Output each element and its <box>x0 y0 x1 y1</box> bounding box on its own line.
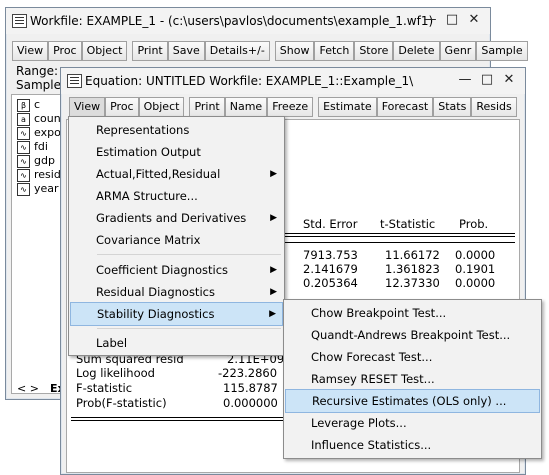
wf-store-button[interactable]: Store <box>354 41 394 61</box>
menu-item-stability-diagnostics[interactable]: Stability Diagnostics ▶ <box>70 302 283 326</box>
wf-save-button[interactable]: Save <box>167 41 205 61</box>
eq-print-button[interactable]: Print <box>189 97 225 117</box>
wf-print-button[interactable]: Print <box>132 41 168 61</box>
table-cell: 2.141679 <box>303 262 358 276</box>
wf-proc-button[interactable]: Proc <box>48 41 82 61</box>
eq-view-button[interactable]: View <box>69 97 106 117</box>
eq-forecast-button[interactable]: Forecast <box>376 97 434 117</box>
workfile-window-icon <box>12 14 27 28</box>
menu-item-estimation-output[interactable]: Estimation Output <box>70 141 283 163</box>
list-item[interactable]: βc <box>17 98 40 112</box>
wf-show-button[interactable]: Show <box>274 41 315 61</box>
table-cell: 11.66172 <box>385 248 440 262</box>
wf-fetch-button[interactable]: Fetch <box>314 41 355 61</box>
chevron-right-icon: ▶ <box>270 265 277 275</box>
stability-submenu: Chow Breakpoint Test... Quandt-Andrews B… <box>283 299 542 459</box>
wf-view-button[interactable]: View <box>12 41 49 61</box>
table-cell: 0.0000 <box>455 276 496 290</box>
minimize-icon[interactable]: — <box>422 12 438 28</box>
eq-estimate-button[interactable]: Estimate <box>318 97 377 117</box>
menu-item-ramsey-reset[interactable]: Ramsey RESET Test... <box>285 368 540 390</box>
menu-item-covariance-matrix[interactable]: Covariance Matrix <box>70 229 283 251</box>
eq-name-button[interactable]: Name <box>224 97 268 117</box>
chevron-right-icon: ▶ <box>269 309 276 319</box>
table-cell: 0.1901 <box>455 262 496 276</box>
menu-item-recursive-estimates[interactable]: Recursive Estimates (OLS only) ... <box>285 389 540 413</box>
wf-genr-button[interactable]: Genr <box>439 41 477 61</box>
eq-freeze-button[interactable]: Freeze <box>267 97 314 117</box>
maximize-icon[interactable]: □ <box>479 72 495 88</box>
alpha-series-icon: a <box>17 112 30 126</box>
wf-details-button[interactable]: Details+/- <box>204 41 270 61</box>
menu-item-gradients-derivatives[interactable]: Gradients and Derivatives ▶ <box>70 207 283 229</box>
header-std-error: Std. Error <box>303 217 358 231</box>
close-icon[interactable]: ✕ <box>466 12 482 28</box>
wf-sample-button[interactable]: Sample <box>476 41 528 61</box>
menu-separator <box>97 328 281 329</box>
series-icon: ∿ <box>17 182 30 196</box>
workfile-titlebar[interactable]: Workfile: EXAMPLE_1 - (c:\users\pavlos\d… <box>6 8 490 34</box>
menu-item-actual-fitted-residual[interactable]: Actual,Fitted,Residual ▶ <box>70 163 283 185</box>
stat-label: Log likelihood <box>76 366 155 380</box>
stat-value: 115.8787 <box>223 381 278 395</box>
series-icon: ∿ <box>17 154 30 168</box>
table-cell: 12.37330 <box>385 276 440 290</box>
table-cell: 0.0000 <box>455 248 496 262</box>
menu-item-arma-structure[interactable]: ARMA Structure... <box>70 185 283 207</box>
menu-item-representations[interactable]: Representations <box>70 119 283 141</box>
equation-title: Equation: UNTITLED Workfile: EXAMPLE_1::… <box>85 74 414 88</box>
menu-item-coefficient-diagnostics[interactable]: Coefficient Diagnostics ▶ <box>70 259 283 281</box>
list-item[interactable]: ∿ gdp <box>17 154 55 168</box>
maximize-icon[interactable]: □ <box>444 12 460 28</box>
stat-value: -223.2860 <box>218 366 278 380</box>
chevron-right-icon: ▶ <box>270 287 277 297</box>
table-cell: 0.205364 <box>303 276 358 290</box>
wf-object-button[interactable]: Object <box>81 41 128 61</box>
stat-label: Prob(F-statistic) <box>76 396 167 410</box>
menu-item-quandt-andrews[interactable]: Quandt-Andrews Breakpoint Test... <box>285 324 540 346</box>
series-icon: ∿ <box>17 168 30 182</box>
view-menu: Representations Estimation Output Actual… <box>68 116 285 356</box>
menu-item-label[interactable]: Label <box>70 332 283 354</box>
list-item[interactable]: ∿ resid <box>17 168 61 182</box>
equation-titlebar[interactable]: Equation: UNTITLED Workfile: EXAMPLE_1::… <box>61 68 525 94</box>
close-icon[interactable]: ✕ <box>501 72 517 88</box>
stat-label: F-statistic <box>76 381 133 395</box>
table-cell: 7913.753 <box>303 248 358 262</box>
equation-toolbar: View Proc Object Print Name Freeze Estim… <box>69 97 517 117</box>
menu-separator <box>97 254 281 255</box>
menu-item-residual-diagnostics[interactable]: Residual Diagnostics ▶ <box>70 281 283 303</box>
workfile-title: Workfile: EXAMPLE_1 - (c:\users\pavlos\d… <box>30 14 434 28</box>
menu-item-chow-forecast[interactable]: Chow Forecast Test... <box>285 346 540 368</box>
tab-scroll-arrows[interactable]: < > <box>17 382 39 395</box>
list-item[interactable]: a coun <box>17 112 61 126</box>
eq-proc-button[interactable]: Proc <box>105 97 139 117</box>
list-item[interactable]: ∿ expo <box>17 126 61 140</box>
menu-item-chow-breakpoint[interactable]: Chow Breakpoint Test... <box>285 302 540 324</box>
eq-object-button[interactable]: Object <box>138 97 185 117</box>
table-cell: 1.361823 <box>385 262 440 276</box>
stat-value: 0.000000 <box>223 396 278 410</box>
eq-resids-button[interactable]: Resids <box>471 97 517 117</box>
menu-item-influence-statistics[interactable]: Influence Statistics... <box>285 434 540 456</box>
menu-item-leverage-plots[interactable]: Leverage Plots... <box>285 412 540 434</box>
series-icon: ∿ <box>17 140 30 154</box>
sample-label: Sample <box>16 78 61 92</box>
eq-stats-button[interactable]: Stats <box>433 97 472 117</box>
chevron-right-icon: ▶ <box>270 169 277 179</box>
list-item[interactable]: ∿ fdi <box>17 140 48 154</box>
wf-delete-button[interactable]: Delete <box>393 41 440 61</box>
equation-window-icon <box>67 74 82 88</box>
header-prob: Prob. <box>459 217 489 231</box>
coef-icon: β <box>17 98 30 112</box>
list-item[interactable]: ∿ year <box>17 182 59 196</box>
header-t-statistic: t-Statistic <box>380 217 436 231</box>
series-icon: ∿ <box>17 126 30 140</box>
workfile-toolbar: View Proc Object Print Save Details+/- S… <box>12 41 528 61</box>
chevron-right-icon: ▶ <box>270 213 277 223</box>
minimize-icon[interactable]: — <box>457 72 473 88</box>
range-label: Range: <box>16 64 59 78</box>
